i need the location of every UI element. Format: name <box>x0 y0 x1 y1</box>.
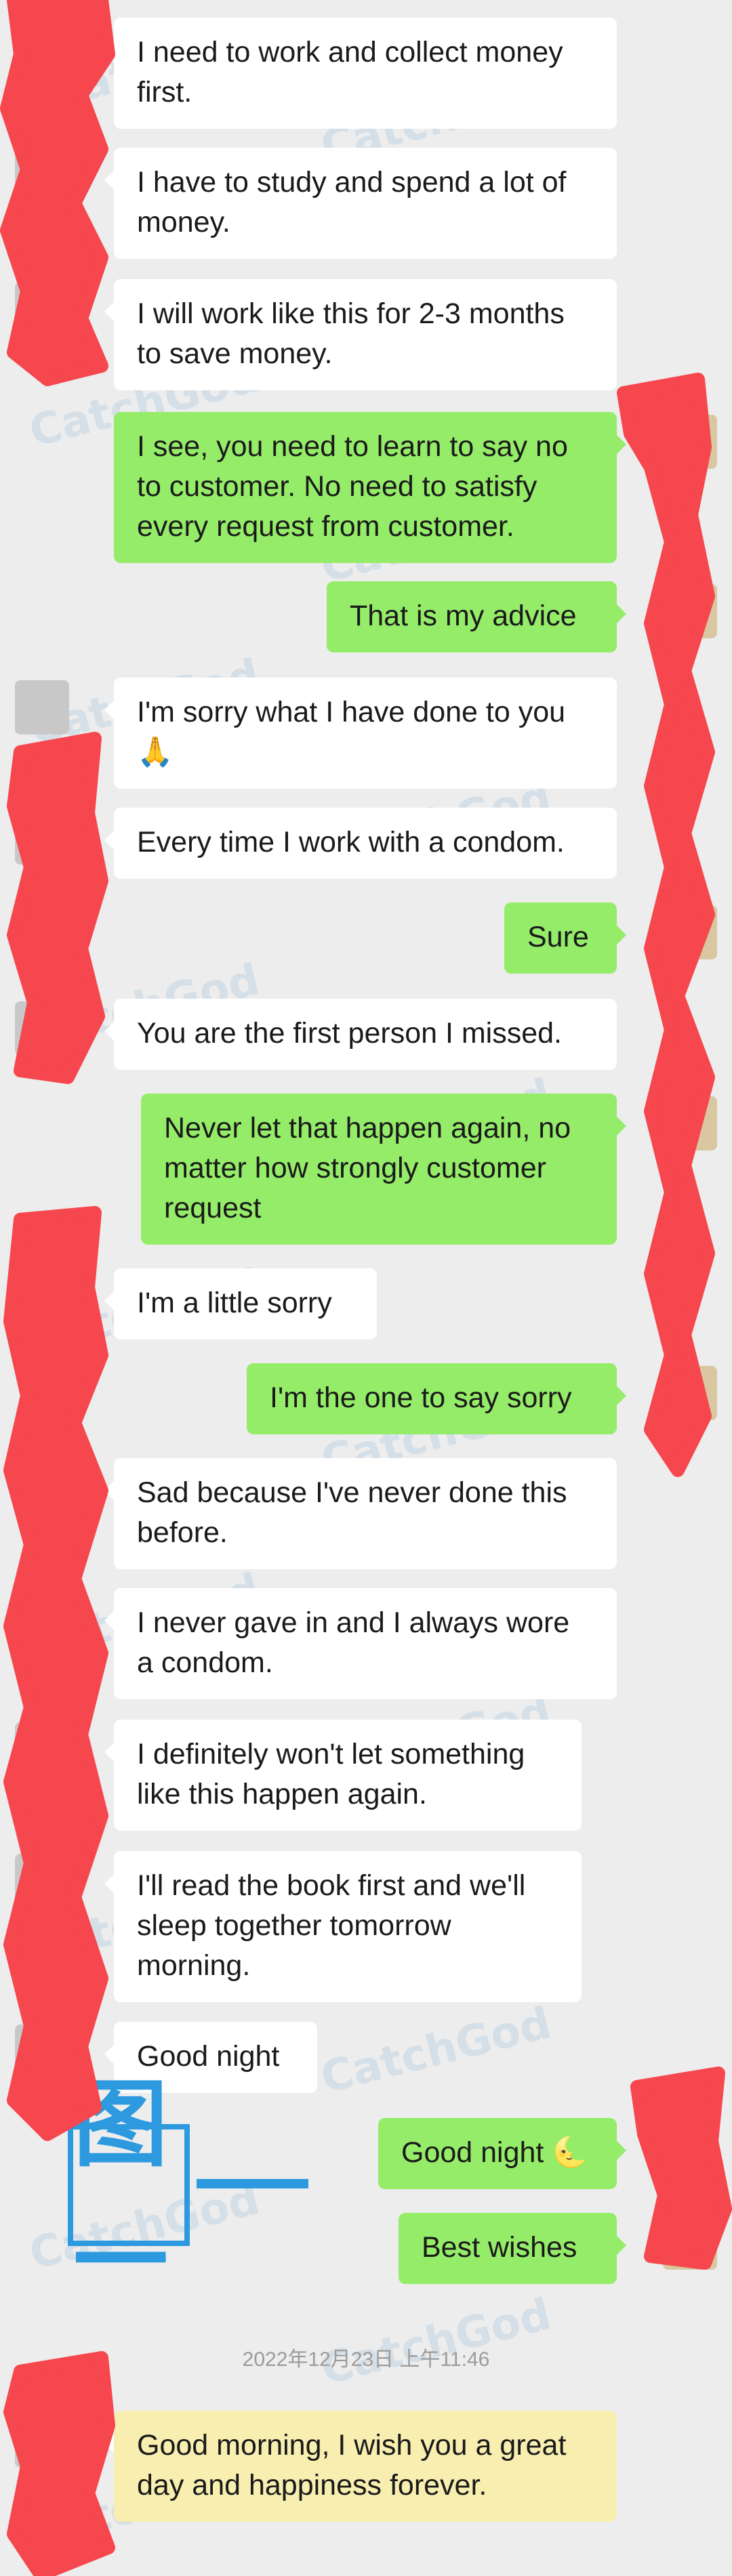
message-incoming[interactable]: I will work like this for 2-3 months to … <box>104 279 617 390</box>
message-incoming[interactable]: I need to work and collect money first. <box>104 18 617 129</box>
message-text: I never gave in and I always wore a cond… <box>137 1606 570 1679</box>
message-text: I'm sorry what I have done to you 🙏 <box>137 696 566 768</box>
user-avatar[interactable] <box>663 905 717 959</box>
message-outgoing[interactable]: I'm the one to say sorry <box>247 1363 626 1434</box>
stamp-label: 图一 <box>68 2070 190 2317</box>
message-text: That is my advice <box>350 600 577 632</box>
user-avatar[interactable] <box>663 415 717 469</box>
message-outgoing[interactable]: Best wishes <box>399 2213 626 2284</box>
message-text: I have to study and spend a lot of money… <box>137 166 567 238</box>
message-text: You are the first person I missed. <box>137 1017 563 1050</box>
message-incoming[interactable]: You are the first person I missed. <box>104 999 617 1070</box>
message-outgoing[interactable]: Good night 🌜 <box>378 2118 626 2189</box>
user-avatar[interactable] <box>663 2121 717 2175</box>
contact-avatar[interactable] <box>15 1271 69 1325</box>
message-text: I'm the one to say sorry <box>270 1382 572 1414</box>
message-text: I will work like this for 2-3 months to … <box>137 297 565 370</box>
message-incoming[interactable]: I'm sorry what I have done to you 🙏 <box>104 678 617 789</box>
message-text: I'm a little sorry <box>137 1287 332 1319</box>
message-incoming[interactable]: Sad because I've never done this before. <box>104 1458 617 1569</box>
message-incoming[interactable]: I definitely won't let something like th… <box>104 1720 582 1831</box>
message-text: Sad because I've never done this before. <box>137 1476 567 1549</box>
message-incoming[interactable]: I never gave in and I always wore a cond… <box>104 1588 617 1699</box>
message-outgoing[interactable]: That is my advice <box>327 581 626 652</box>
message-text: Best wishes <box>422 2231 577 2264</box>
message-timestamp: 2022年12月23日 上午11:46 <box>242 2348 490 2371</box>
contact-avatar[interactable] <box>15 282 69 336</box>
contact-avatar[interactable] <box>15 680 69 734</box>
message-incoming[interactable]: I'll read the book first and we'll sleep… <box>104 1851 582 2002</box>
user-avatar[interactable] <box>663 1096 717 1150</box>
contact-avatar[interactable] <box>15 150 69 205</box>
message-text: I need to work and collect money first. <box>137 36 563 108</box>
user-avatar[interactable] <box>663 584 717 638</box>
message-text: I'll read the book first and we'll sleep… <box>137 1869 526 1982</box>
user-avatar[interactable] <box>663 2216 717 2270</box>
message-outgoing[interactable]: Never let that happen again, no matter h… <box>141 1094 626 1245</box>
message-text: Good morning, I wish you a great day and… <box>137 2429 567 2501</box>
message-text: I definitely won't let something like th… <box>137 1738 525 1810</box>
message-text: Sure <box>527 921 589 953</box>
contact-avatar[interactable] <box>15 2024 69 2079</box>
contact-avatar[interactable] <box>15 810 69 865</box>
watermark: CatchGod <box>316 1998 556 2104</box>
message-incoming[interactable]: I have to study and spend a lot of money… <box>104 148 617 259</box>
message-incoming[interactable]: I'm a little sorry <box>104 1268 377 1339</box>
message-text: Never let that happen again, no matter h… <box>164 1112 571 1224</box>
contact-avatar[interactable] <box>15 1854 69 1908</box>
chat-thread: CatchGod CatchGod CatchGod CatchGod Catc… <box>0 0 732 2576</box>
message-incoming[interactable]: Every time I work with a condom. <box>104 808 617 879</box>
message-incoming[interactable]: Good morning, I wish you a great day and… <box>104 2411 617 2522</box>
stamp-underline <box>197 2179 308 2188</box>
message-text: Good night 🌜 <box>401 2136 588 2169</box>
user-avatar[interactable] <box>663 1366 717 1420</box>
contact-avatar[interactable] <box>15 1461 69 1515</box>
message-outgoing[interactable]: I see, you need to learn to say no to cu… <box>114 412 626 563</box>
contact-avatar[interactable] <box>15 1591 69 1645</box>
contact-avatar[interactable] <box>15 1722 69 1777</box>
contact-avatar[interactable] <box>15 1001 69 1056</box>
message-outgoing[interactable]: Sure <box>504 902 626 974</box>
message-text: Every time I work with a condom. <box>137 826 565 858</box>
message-text: I see, you need to learn to say no to cu… <box>137 430 568 543</box>
contact-avatar[interactable] <box>15 2413 69 2468</box>
contact-avatar[interactable] <box>15 20 69 75</box>
